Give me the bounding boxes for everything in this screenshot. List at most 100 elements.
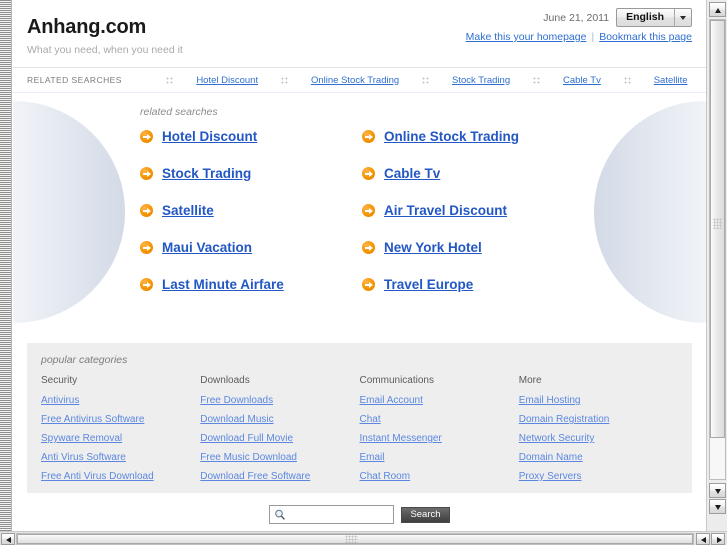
related-search-item[interactable]: Stock Trading [140, 166, 362, 181]
brand-block: Anhang.com What you need, when you need … [27, 16, 183, 57]
related-search-link: Stock Trading [162, 166, 252, 181]
scroll-up-button[interactable] [709, 2, 726, 17]
vertical-scroll-grip [713, 218, 722, 229]
browser-viewport: Anhang.com What you need, when you need … [0, 0, 727, 545]
related-search-item[interactable]: Satellite [140, 203, 362, 218]
arrow-circle-icon [362, 167, 375, 180]
magnifier-icon [275, 509, 285, 520]
scroll-right-button[interactable] [696, 533, 710, 545]
header-top-row: June 21, 2011 English [466, 8, 692, 27]
related-bar-link[interactable]: Hotel Discount [196, 75, 258, 86]
scroll-down-button-secondary[interactable] [709, 499, 726, 514]
current-date: June 21, 2011 [543, 11, 610, 24]
scroll-down-button[interactable] [709, 483, 726, 498]
related-search-item[interactable]: Online Stock Trading [362, 129, 706, 144]
site-header: Anhang.com What you need, when you need … [13, 0, 706, 68]
related-search-link: Travel Europe [384, 277, 474, 292]
related-search-item[interactable]: New York Hotel [362, 240, 706, 255]
related-search-link: Last Minute Airfare [162, 277, 284, 292]
popular-category-heading: More [518, 375, 542, 386]
vertical-scrollbar[interactable] [706, 0, 727, 531]
related-search-item[interactable]: Travel Europe [362, 277, 706, 292]
vertical-scroll-track[interactable] [709, 19, 726, 480]
popular-category-column: Security Antivirus Free Antivirus Software… [41, 375, 200, 490]
popular-category-link[interactable]: Free Downloads [200, 395, 359, 406]
site-logo-text: Anhang.com [27, 16, 147, 38]
related-search-link: Cable Tv [384, 166, 441, 181]
popular-categories-grid: Security Antivirus Free Antivirus Software… [41, 375, 678, 490]
related-search-link: Hotel Discount [162, 129, 258, 144]
related-searches-bar-links: Hotel Discount Online Stock Trading Stock … [122, 75, 692, 86]
scroll-right-button-secondary[interactable] [711, 533, 725, 545]
popular-category-link[interactable]: Download Music [200, 414, 359, 425]
related-searches-caption: related searches [140, 106, 218, 118]
popular-category-column: Communications Email Account Chat Instant M… [360, 375, 519, 490]
popular-category-link[interactable]: Email Hosting [519, 395, 678, 406]
popular-category-heading: Communications [359, 375, 434, 386]
arrow-circle-icon [140, 167, 153, 180]
related-bar-link[interactable]: Cable Tv [563, 75, 601, 86]
related-search-item[interactable]: Hotel Discount [140, 129, 362, 144]
popular-category-link[interactable]: Anti Virus Software [41, 452, 200, 463]
popular-category-link[interactable]: Antivirus [41, 395, 200, 406]
popular-category-link[interactable]: Download Free Software [200, 471, 359, 482]
language-select[interactable]: English [616, 8, 692, 27]
popular-category-link[interactable]: Instant Messenger [360, 433, 519, 444]
header-links-row: Make this your homepage | Bookmark this … [466, 31, 692, 43]
related-searches-bar: RELATED SEARCHES Hotel Discount Online St… [13, 68, 706, 93]
popular-category-link[interactable]: Proxy Servers [519, 471, 678, 482]
horizontal-scroll-grip [345, 535, 358, 543]
related-searches-grid: Hotel Discount Online Stock Trading Stock … [140, 129, 706, 292]
popular-category-column: More Email Hosting Domain Registration Netw… [519, 375, 678, 490]
related-bar-link[interactable]: Stock Trading [452, 75, 510, 86]
chevron-down-icon [674, 9, 691, 26]
bookmark-page-link[interactable]: Bookmark this page [599, 31, 692, 43]
popular-category-link[interactable]: Free Antivirus Software [41, 414, 200, 425]
vertical-scroll-thumb[interactable] [710, 20, 725, 438]
make-homepage-link[interactable]: Make this your homepage [466, 31, 587, 43]
related-search-item[interactable]: Maui Vacation [140, 240, 362, 255]
arrow-circle-icon [140, 241, 153, 254]
related-search-item[interactable]: Air Travel Discount [362, 203, 706, 218]
related-search-item[interactable]: Cable Tv [362, 166, 706, 181]
related-searches-main: related searches Hotel Discount Online St… [13, 93, 706, 330]
popular-category-link[interactable]: Spyware Removal [41, 433, 200, 444]
related-search-item[interactable]: Last Minute Airfare [140, 277, 362, 292]
arrow-circle-icon [362, 204, 375, 217]
search-button[interactable]: Search [401, 506, 450, 523]
page-canvas: Anhang.com What you need, when you need … [13, 0, 706, 531]
popular-category-link[interactable]: Free Anti Virus Download [41, 471, 200, 482]
search-field[interactable] [269, 505, 394, 524]
scroll-left-button[interactable] [1, 533, 15, 545]
dot-separator-icon [623, 76, 631, 84]
related-bar-link[interactable]: Online Stock Trading [311, 75, 399, 86]
popular-category-column: Downloads Free Downloads Download Music Dow… [200, 375, 359, 490]
popular-category-link[interactable]: Free Music Download [200, 452, 359, 463]
language-select-value: English [626, 11, 664, 23]
related-bar-link[interactable]: Satellite [654, 75, 688, 86]
related-search-link: Online Stock Trading [384, 129, 520, 144]
arrow-circle-icon [362, 241, 375, 254]
search-input[interactable] [290, 506, 393, 523]
popular-category-link[interactable]: Chat Room [360, 471, 519, 482]
horizontal-scrollbar[interactable] [0, 531, 727, 545]
dot-separator-icon [533, 76, 541, 84]
popular-category-link[interactable]: Email Account [360, 395, 519, 406]
popular-category-link[interactable]: Chat [360, 414, 519, 425]
related-searches-content: related searches Hotel Discount Online St… [13, 93, 706, 292]
dot-separator-icon [166, 76, 174, 84]
header-link-divider: | [591, 31, 595, 43]
horizontal-scroll-track[interactable] [16, 533, 694, 545]
popular-category-link[interactable]: Email [360, 452, 519, 463]
arrow-circle-icon [140, 130, 153, 143]
related-search-link: Maui Vacation [162, 240, 253, 255]
popular-category-link[interactable]: Domain Registration [519, 414, 678, 425]
header-utility-area: June 21, 2011 English Make this your hom… [466, 8, 692, 43]
popular-category-link[interactable]: Network Security [519, 433, 678, 444]
site-search-bar: Search [13, 505, 706, 524]
related-search-link: Air Travel Discount [384, 203, 508, 218]
popular-category-link[interactable]: Domain Name [519, 452, 678, 463]
popular-category-link[interactable]: Download Full Movie [200, 433, 359, 444]
dot-separator-icon [422, 76, 430, 84]
popular-categories-caption: popular categories [41, 354, 128, 366]
